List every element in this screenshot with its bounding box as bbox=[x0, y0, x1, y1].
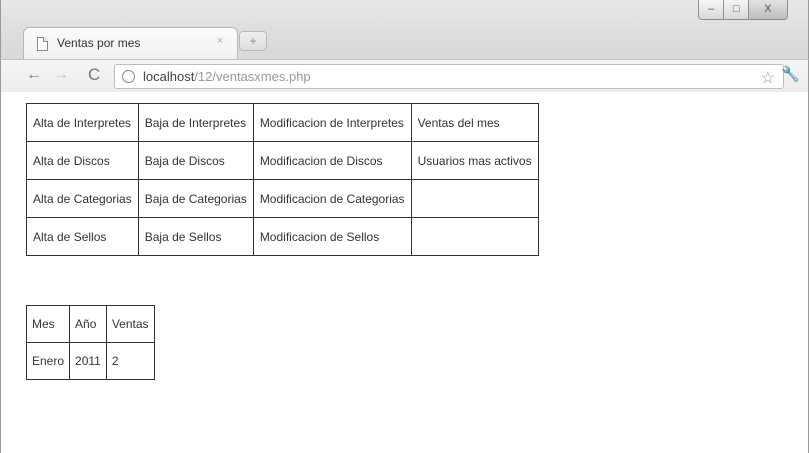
tab-close-icon[interactable]: × bbox=[217, 35, 223, 47]
menu-link[interactable]: Usuarios mas activos bbox=[418, 154, 532, 168]
menu-cell[interactable]: Baja de Discos bbox=[137, 141, 254, 180]
maximize-button[interactable]: □ bbox=[724, 0, 749, 20]
menu-cell-empty bbox=[410, 179, 539, 218]
menu-link[interactable]: Alta de Categorias bbox=[33, 192, 132, 206]
url-path: /12/ventasxmes.php bbox=[194, 69, 311, 84]
wrench-icon[interactable]: 🔧 bbox=[781, 65, 800, 83]
sales-table: Mes Año Ventas Enero 2011 2 bbox=[25, 305, 155, 380]
menu-link[interactable]: Modificacion de Sellos bbox=[260, 230, 379, 244]
menu-cell[interactable]: Baja de Sellos bbox=[137, 217, 254, 256]
menu-link[interactable]: Modificacion de Categorias bbox=[260, 192, 405, 206]
page-info-icon[interactable] bbox=[122, 70, 135, 83]
table-row: Enero 2011 2 bbox=[25, 342, 155, 380]
menu-link[interactable]: Alta de Interpretes bbox=[33, 116, 131, 130]
menu-link[interactable]: Alta de Discos bbox=[33, 154, 110, 168]
table-cell: 2011 bbox=[69, 342, 107, 380]
menu-link[interactable]: Alta de Sellos bbox=[33, 230, 106, 244]
back-arrow-icon[interactable]: ← bbox=[26, 66, 42, 84]
menu-cell[interactable]: Baja de Categorias bbox=[137, 179, 254, 218]
minimize-button[interactable]: – bbox=[698, 0, 725, 20]
menu-link[interactable]: Ventas del mes bbox=[418, 116, 500, 130]
window-controls: – □ X bbox=[698, 0, 788, 20]
page-content: Alta de Interpretes Baja de Interpretes … bbox=[0, 92, 809, 453]
menu-cell-empty bbox=[410, 217, 539, 256]
menu-cell[interactable]: Usuarios mas activos bbox=[410, 141, 539, 180]
menu-cell[interactable]: Modificacion de Categorias bbox=[252, 179, 412, 218]
menu-cell[interactable]: Alta de Sellos bbox=[26, 217, 139, 256]
table-cell: Enero bbox=[25, 342, 71, 380]
table-cell: 2 bbox=[105, 342, 155, 380]
table-row: Alta de Sellos Baja de Sellos Modificaci… bbox=[26, 217, 539, 256]
reload-icon[interactable]: C bbox=[88, 65, 100, 85]
new-tab-button[interactable]: + bbox=[239, 31, 267, 51]
menu-link[interactable]: Baja de Discos bbox=[145, 154, 225, 168]
menu-cell[interactable]: Alta de Discos bbox=[26, 141, 139, 180]
forward-arrow-icon[interactable]: → bbox=[53, 66, 69, 84]
table-row: Alta de Categorias Baja de Categorias Mo… bbox=[26, 179, 539, 218]
browser-toolbar: ← → C localhost/12/ventasxmes.php ☆ 🔧 bbox=[0, 59, 809, 92]
column-header: Año bbox=[69, 305, 107, 343]
menu-link[interactable]: Baja de Interpretes bbox=[145, 116, 246, 130]
menu-cell[interactable]: Alta de Categorias bbox=[26, 179, 139, 218]
admin-menu-table: Alta de Interpretes Baja de Interpretes … bbox=[26, 103, 539, 256]
menu-link[interactable]: Modificacion de Interpretes bbox=[260, 116, 404, 130]
menu-link[interactable]: Modificacion de Discos bbox=[260, 154, 383, 168]
url-text[interactable]: localhost/12/ventasxmes.php bbox=[143, 69, 311, 84]
bookmark-star-icon[interactable]: ☆ bbox=[761, 68, 775, 88]
url-host: localhost bbox=[143, 69, 195, 84]
menu-cell[interactable]: Modificacion de Sellos bbox=[252, 217, 412, 256]
menu-cell[interactable]: Ventas del mes bbox=[410, 103, 539, 142]
menu-cell[interactable]: Alta de Interpretes bbox=[26, 103, 139, 142]
address-bar[interactable]: localhost/12/ventasxmes.php ☆ bbox=[114, 64, 784, 89]
table-row: Alta de Interpretes Baja de Interpretes … bbox=[26, 103, 539, 142]
table-row: Alta de Discos Baja de Discos Modificaci… bbox=[26, 141, 539, 180]
tab-title: Ventas por mes bbox=[57, 36, 141, 50]
column-header: Ventas bbox=[105, 305, 155, 343]
close-button[interactable]: X bbox=[748, 0, 788, 20]
column-header: Mes bbox=[25, 305, 71, 343]
table-header-row: Mes Año Ventas bbox=[25, 305, 155, 343]
browser-tab[interactable]: Ventas por mes × bbox=[23, 27, 238, 59]
menu-link[interactable]: Baja de Sellos bbox=[145, 230, 222, 244]
menu-cell[interactable]: Modificacion de Discos bbox=[252, 141, 412, 180]
page-icon bbox=[37, 37, 48, 51]
menu-cell[interactable]: Modificacion de Interpretes bbox=[252, 103, 412, 142]
menu-link[interactable]: Baja de Categorias bbox=[145, 192, 247, 206]
menu-cell[interactable]: Baja de Interpretes bbox=[137, 103, 254, 142]
